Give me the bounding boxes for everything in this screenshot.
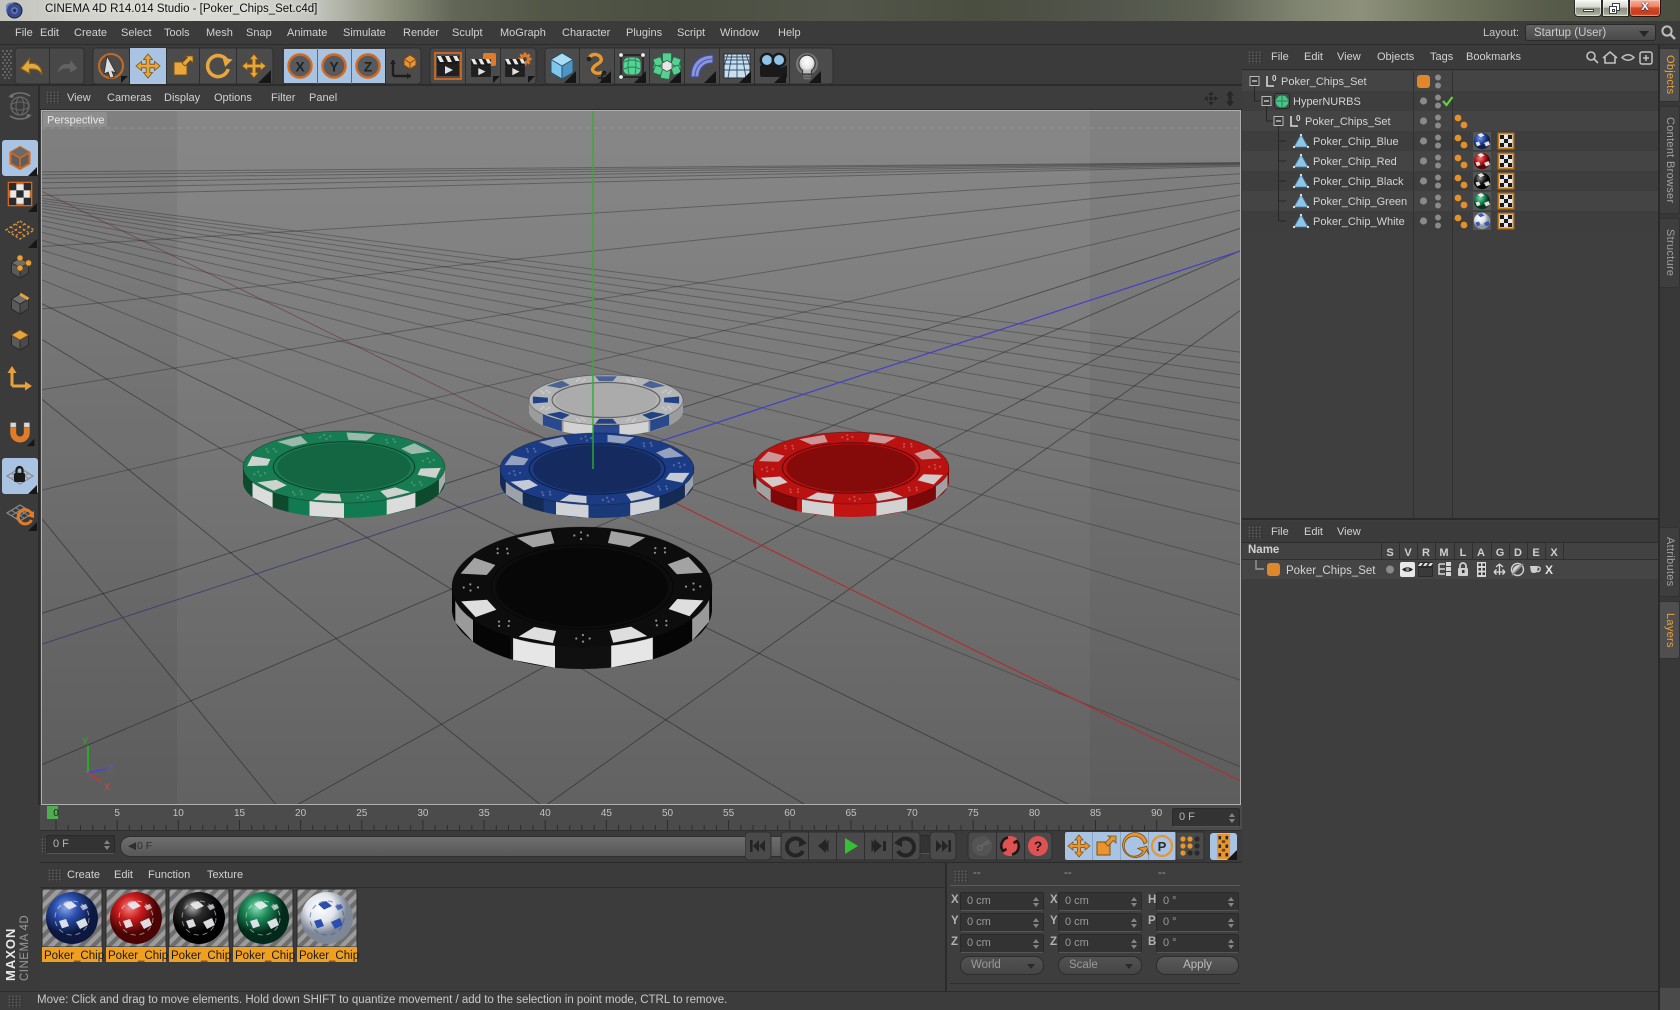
svg-text:Poker_Chip: Poker_Chip bbox=[235, 950, 295, 962]
svg-text:E: E bbox=[1532, 547, 1539, 559]
svg-text:Poker_Chip: Poker_Chip bbox=[171, 950, 231, 962]
svg-text:35: 35 bbox=[479, 808, 491, 819]
svg-text:0: 0 bbox=[53, 808, 59, 819]
svg-text:10: 10 bbox=[173, 808, 185, 819]
svg-text:?: ? bbox=[1034, 838, 1043, 854]
svg-text:75: 75 bbox=[968, 808, 980, 819]
svg-text:Poker_Chips_Set: Poker_Chips_Set bbox=[1281, 76, 1367, 88]
svg-text:55: 55 bbox=[723, 808, 735, 819]
svg-text:R: R bbox=[1422, 547, 1430, 559]
svg-text:Z: Z bbox=[364, 59, 373, 75]
svg-text:Poker_Chip_White: Poker_Chip_White bbox=[1313, 216, 1405, 228]
svg-text:X: X bbox=[104, 782, 110, 792]
svg-text:Poker_Chips_Set: Poker_Chips_Set bbox=[1286, 565, 1376, 577]
svg-text:5: 5 bbox=[114, 808, 120, 819]
svg-text:40: 40 bbox=[540, 808, 552, 819]
svg-text:Poker_Chips_Set: Poker_Chips_Set bbox=[1305, 116, 1391, 128]
svg-text:0: 0 bbox=[1296, 114, 1301, 123]
svg-text:15: 15 bbox=[234, 808, 246, 819]
svg-text:Poker_Chip_Green: Poker_Chip_Green bbox=[1313, 196, 1407, 208]
svg-text:A: A bbox=[1477, 547, 1485, 559]
svg-text:Poker_Chip_Black: Poker_Chip_Black bbox=[1313, 176, 1404, 188]
svg-text:Poker_Chip_Blue: Poker_Chip_Blue bbox=[1313, 136, 1399, 148]
svg-text:D: D bbox=[1514, 547, 1522, 559]
svg-text:85: 85 bbox=[1090, 808, 1102, 819]
svg-text:HyperNURBS: HyperNURBS bbox=[1293, 96, 1361, 108]
svg-text:70: 70 bbox=[907, 808, 919, 819]
svg-text:Poker_Chip: Poker_Chip bbox=[44, 950, 104, 962]
svg-text:Z: Z bbox=[108, 764, 114, 774]
svg-text:G: G bbox=[1496, 547, 1505, 559]
svg-text:20: 20 bbox=[295, 808, 307, 819]
svg-text:60: 60 bbox=[784, 808, 796, 819]
svg-text:V: V bbox=[1404, 547, 1412, 559]
svg-text:X: X bbox=[1545, 563, 1553, 577]
svg-text:M: M bbox=[1439, 547, 1448, 559]
svg-text:65: 65 bbox=[845, 808, 857, 819]
svg-text:P: P bbox=[1158, 839, 1167, 854]
svg-text:Y: Y bbox=[329, 59, 339, 75]
svg-text:Poker_Chip: Poker_Chip bbox=[108, 950, 168, 962]
svg-text:L: L bbox=[1460, 547, 1467, 559]
svg-text:0: 0 bbox=[1272, 74, 1277, 83]
svg-text:25: 25 bbox=[356, 808, 368, 819]
svg-text:Y: Y bbox=[82, 736, 88, 746]
svg-text:S: S bbox=[1386, 547, 1393, 559]
svg-text:X: X bbox=[1550, 547, 1558, 559]
svg-text:Poker_Chip: Poker_Chip bbox=[299, 950, 359, 962]
svg-text:45: 45 bbox=[601, 808, 613, 819]
svg-text:80: 80 bbox=[1029, 808, 1041, 819]
svg-text:90: 90 bbox=[1151, 808, 1163, 819]
svg-text:Poker_Chip_Red: Poker_Chip_Red bbox=[1313, 156, 1397, 168]
svg-text:Perspective: Perspective bbox=[47, 115, 104, 127]
svg-text:50: 50 bbox=[662, 808, 674, 819]
svg-text:X: X bbox=[295, 59, 305, 75]
svg-text:30: 30 bbox=[417, 808, 429, 819]
